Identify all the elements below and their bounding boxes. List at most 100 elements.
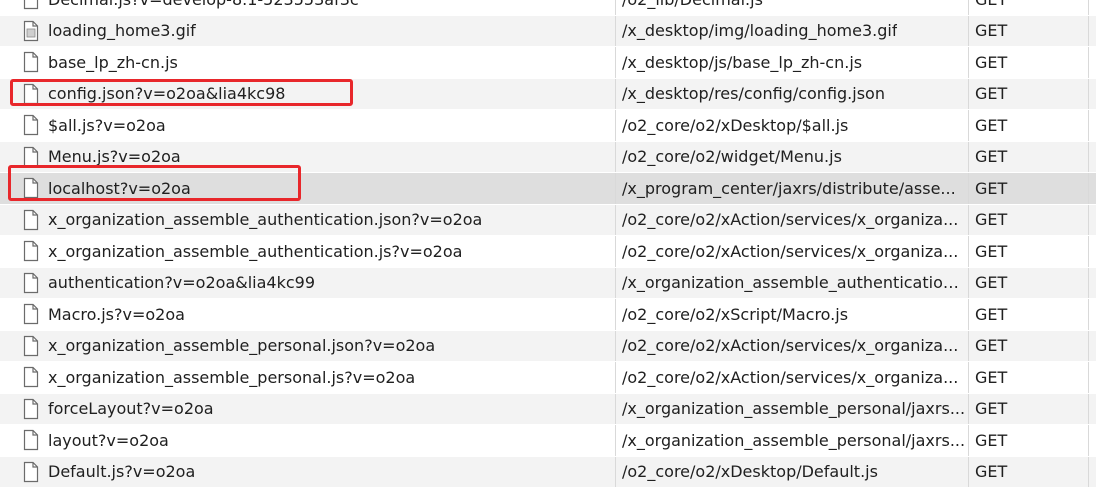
row-filler bbox=[1089, 110, 1096, 141]
request-name-cell[interactable]: layout?v=o2oa bbox=[0, 425, 616, 456]
request-method: GET bbox=[969, 110, 1089, 141]
file-icon bbox=[22, 429, 40, 451]
request-name-cell[interactable]: authentication?v=o2oa&lia4kc99 bbox=[0, 268, 616, 299]
row-filler bbox=[1089, 79, 1096, 110]
row-filler bbox=[1089, 268, 1096, 299]
table-row[interactable]: Default.js?v=o2oa/o2_core/o2/xDesktop/De… bbox=[0, 457, 1096, 488]
request-path-cell[interactable]: /o2_core/o2/xAction/services/x_organiza.… bbox=[616, 362, 969, 393]
request-method: GET bbox=[969, 205, 1089, 236]
table-row[interactable]: layout?v=o2oa/x_organization_assemble_pe… bbox=[0, 425, 1096, 457]
table-row[interactable]: authentication?v=o2oa&lia4kc99/x_organiz… bbox=[0, 268, 1096, 300]
request-name-cell[interactable]: loading_home3.gif bbox=[0, 16, 616, 47]
row-filler bbox=[1089, 299, 1096, 330]
request-path-cell[interactable]: /x_program_center/jaxrs/distribute/asse.… bbox=[616, 173, 969, 204]
request-path-cell[interactable]: /x_organization_assemble_authentication.… bbox=[616, 268, 969, 299]
request-name-cell[interactable]: $all.js?v=o2oa bbox=[0, 110, 616, 141]
request-path: /o2_core/o2/xScript/Macro.js bbox=[622, 305, 848, 324]
file-icon bbox=[22, 461, 40, 483]
table-row[interactable]: x_organization_assemble_authentication.j… bbox=[0, 236, 1096, 268]
table-row[interactable]: $all.js?v=o2oa/o2_core/o2/xDesktop/$all.… bbox=[0, 110, 1096, 142]
request-method: GET bbox=[969, 299, 1089, 330]
row-filler bbox=[1089, 142, 1096, 173]
row-filler bbox=[1089, 331, 1096, 362]
request-method: GET bbox=[969, 362, 1089, 393]
request-path-cell[interactable]: /x_desktop/img/loading_home3.gif bbox=[616, 16, 969, 47]
request-name: x_organization_assemble_personal.js?v=o2… bbox=[48, 368, 415, 387]
request-path-cell[interactable]: /x_organization_assemble_personal/jaxrs.… bbox=[616, 425, 969, 456]
table-row[interactable]: localhost?v=o2oa/x_program_center/jaxrs/… bbox=[0, 173, 1096, 205]
table-row[interactable]: base_lp_zh-cn.js/x_desktop/js/base_lp_zh… bbox=[0, 47, 1096, 79]
request-path-cell[interactable]: /o2_core/o2/widget/Menu.js bbox=[616, 142, 969, 173]
request-name: Menu.js?v=o2oa bbox=[48, 147, 181, 166]
table-row[interactable]: forceLayout?v=o2oa/x_organization_assemb… bbox=[0, 394, 1096, 426]
table-row[interactable]: x_organization_assemble_personal.json?v=… bbox=[0, 331, 1096, 363]
request-name-cell[interactable]: x_organization_assemble_authentication.j… bbox=[0, 236, 616, 267]
row-filler bbox=[1089, 425, 1096, 456]
request-path: /o2_core/o2/xDesktop/Default.js bbox=[622, 462, 878, 481]
request-path: /x_desktop/res/config/config.json bbox=[622, 84, 885, 103]
request-name: $all.js?v=o2oa bbox=[48, 116, 166, 135]
network-request-table: Decimal.js?v=develop-8.1-523553af3c/o2_l… bbox=[0, 0, 1096, 488]
table-row[interactable]: Menu.js?v=o2oa/o2_core/o2/widget/Menu.js… bbox=[0, 142, 1096, 174]
request-path: /o2_core/o2/xAction/services/x_organiza.… bbox=[622, 210, 958, 229]
file-icon bbox=[22, 114, 40, 136]
request-path: /o2_core/o2/xDesktop/$all.js bbox=[622, 116, 848, 135]
request-name-cell[interactable]: config.json?v=o2oa&lia4kc98 bbox=[0, 79, 616, 110]
row-filler bbox=[1089, 394, 1096, 425]
file-icon bbox=[22, 240, 40, 262]
file-icon bbox=[22, 209, 40, 231]
request-name: x_organization_assemble_authentication.j… bbox=[48, 210, 482, 229]
request-name: forceLayout?v=o2oa bbox=[48, 399, 214, 418]
table-row[interactable]: loading_home3.gif/x_desktop/img/loading_… bbox=[0, 16, 1096, 48]
file-icon bbox=[22, 366, 40, 388]
request-path-cell[interactable]: /o2_core/o2/xDesktop/Default.js bbox=[616, 457, 969, 488]
request-path: /o2_lib/Decimal.js bbox=[622, 0, 763, 9]
request-path: /x_organization_assemble_personal/jaxrs.… bbox=[622, 399, 965, 418]
request-method: GET bbox=[969, 425, 1089, 456]
request-method: GET bbox=[969, 457, 1089, 488]
table-row[interactable]: x_organization_assemble_personal.js?v=o2… bbox=[0, 362, 1096, 394]
request-name-cell[interactable]: forceLayout?v=o2oa bbox=[0, 394, 616, 425]
request-method: GET bbox=[969, 173, 1089, 204]
request-path: /o2_core/o2/xAction/services/x_organiza.… bbox=[622, 336, 958, 355]
table-row[interactable]: Decimal.js?v=develop-8.1-523553af3c/o2_l… bbox=[0, 0, 1096, 16]
request-method: GET bbox=[969, 79, 1089, 110]
request-method: GET bbox=[969, 268, 1089, 299]
request-path-cell[interactable]: /o2_core/o2/xAction/services/x_organiza.… bbox=[616, 236, 969, 267]
request-path-cell[interactable]: /x_organization_assemble_personal/jaxrs.… bbox=[616, 394, 969, 425]
request-name: authentication?v=o2oa&lia4kc99 bbox=[48, 273, 315, 292]
table-row[interactable]: Macro.js?v=o2oa/o2_core/o2/xScript/Macro… bbox=[0, 299, 1096, 331]
request-path-cell[interactable]: /o2_core/o2/xScript/Macro.js bbox=[616, 299, 969, 330]
request-method: GET bbox=[969, 47, 1089, 78]
file-icon bbox=[22, 0, 40, 10]
request-name-cell[interactable]: Menu.js?v=o2oa bbox=[0, 142, 616, 173]
request-method: GET bbox=[969, 16, 1089, 47]
row-filler bbox=[1089, 47, 1096, 78]
request-name-cell[interactable]: Decimal.js?v=develop-8.1-523553af3c bbox=[0, 0, 616, 15]
request-name-cell[interactable]: localhost?v=o2oa bbox=[0, 173, 616, 204]
request-name: config.json?v=o2oa&lia4kc98 bbox=[48, 84, 285, 103]
request-path-cell[interactable]: /o2_core/o2/xDesktop/$all.js bbox=[616, 110, 969, 141]
request-path-cell[interactable]: /x_desktop/js/base_lp_zh-cn.js bbox=[616, 47, 969, 78]
request-path-cell[interactable]: /o2_core/o2/xAction/services/x_organiza.… bbox=[616, 205, 969, 236]
request-path: /o2_core/o2/widget/Menu.js bbox=[622, 147, 842, 166]
request-name-cell[interactable]: x_organization_assemble_personal.json?v=… bbox=[0, 331, 616, 362]
request-name-cell[interactable]: base_lp_zh-cn.js bbox=[0, 47, 616, 78]
request-name-cell[interactable]: x_organization_assemble_personal.js?v=o2… bbox=[0, 362, 616, 393]
table-row[interactable]: config.json?v=o2oa&lia4kc98/x_desktop/re… bbox=[0, 79, 1096, 111]
request-method: GET bbox=[969, 394, 1089, 425]
request-method: GET bbox=[969, 142, 1089, 173]
request-method: GET bbox=[969, 0, 1089, 15]
request-name-cell[interactable]: Macro.js?v=o2oa bbox=[0, 299, 616, 330]
file-icon bbox=[22, 146, 40, 168]
row-filler bbox=[1089, 457, 1096, 488]
request-path-cell[interactable]: /o2_lib/Decimal.js bbox=[616, 0, 969, 15]
request-name: base_lp_zh-cn.js bbox=[48, 53, 178, 72]
request-name-cell[interactable]: x_organization_assemble_authentication.j… bbox=[0, 205, 616, 236]
request-name-cell[interactable]: Default.js?v=o2oa bbox=[0, 457, 616, 488]
request-path-cell[interactable]: /o2_core/o2/xAction/services/x_organiza.… bbox=[616, 331, 969, 362]
table-row[interactable]: x_organization_assemble_authentication.j… bbox=[0, 205, 1096, 237]
request-path: /x_desktop/js/base_lp_zh-cn.js bbox=[622, 53, 862, 72]
request-path-cell[interactable]: /x_desktop/res/config/config.json bbox=[616, 79, 969, 110]
request-name: x_organization_assemble_personal.json?v=… bbox=[48, 336, 435, 355]
